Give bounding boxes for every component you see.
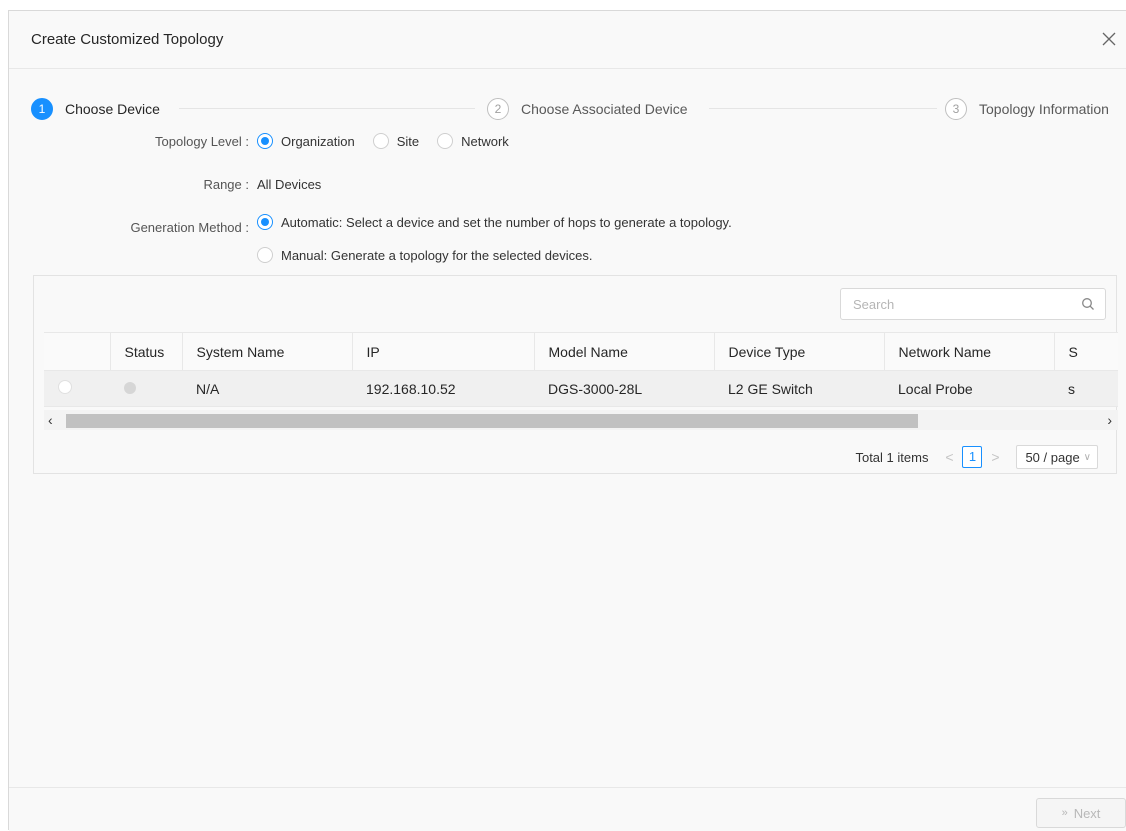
search-icon[interactable] — [1081, 297, 1095, 311]
column-model-name[interactable]: Model Name — [534, 332, 715, 371]
scroll-right-icon[interactable]: › — [1107, 411, 1112, 429]
row-status-cell — [110, 370, 182, 407]
search-input[interactable]: Search — [840, 288, 1106, 320]
page-size-select[interactable]: 50 / page ∨ — [1016, 445, 1098, 469]
page-size-value: 50 / page — [1025, 449, 1080, 465]
radio-network[interactable]: Network — [437, 133, 509, 149]
radio-organization[interactable]: Organization — [257, 133, 355, 149]
fast-forward-icon: » — [1061, 807, 1068, 819]
chevron-down-icon: ∨ — [1083, 451, 1091, 463]
radio-label: Network — [461, 133, 509, 149]
scroll-left-icon[interactable]: ‹ — [48, 411, 53, 429]
topology-level-label: Topology Level : — [155, 134, 249, 149]
step-divider — [709, 108, 937, 109]
row-radio-icon[interactable] — [58, 380, 72, 394]
column-network-name[interactable]: Network Name — [884, 332, 1055, 371]
total-items: Total 1 items — [855, 449, 929, 465]
dialog-header: Create Customized Topology — [9, 11, 1126, 69]
next-button[interactable]: » Next — [1036, 798, 1126, 828]
scrollbar-thumb[interactable] — [66, 414, 918, 428]
cell-system-name: N/A — [182, 370, 352, 407]
column-select — [44, 332, 111, 371]
pagination: Total 1 items < 1 > 50 / page ∨ — [855, 444, 1098, 470]
radio-label: Site — [396, 133, 420, 149]
status-dot-icon — [124, 381, 136, 394]
cell-model-name: DGS-3000-28L — [534, 370, 714, 407]
step-number: 2 — [487, 98, 509, 120]
radio-site[interactable]: Site — [372, 133, 420, 149]
table-row[interactable]: N/A 192.168.10.52 DGS-3000-28L L2 GE Swi… — [44, 370, 1118, 407]
wizard-steps: 1 Choose Device 2 Choose Associated Devi… — [9, 91, 1126, 125]
radio-manual[interactable]: Manual: Generate a topology for the sele… — [257, 247, 592, 263]
radio-unchecked-icon — [372, 133, 389, 149]
column-extra[interactable]: S — [1054, 332, 1118, 371]
row-select-cell[interactable] — [44, 370, 110, 407]
step-label: Choose Associated Device — [521, 101, 688, 117]
radio-unchecked-icon — [437, 133, 454, 149]
column-device-type[interactable]: Device Type — [714, 332, 885, 371]
prev-page-button[interactable]: < — [938, 449, 960, 465]
column-system-name[interactable]: System Name — [182, 332, 353, 371]
table-header-row: Status System Name IP Model Name Device … — [44, 332, 1118, 371]
radio-checked-icon — [257, 133, 273, 149]
step-choose-device: 1 Choose Device — [31, 98, 160, 120]
range-value: All Devices — [257, 177, 322, 192]
radio-checked-icon — [257, 214, 273, 230]
column-status[interactable]: Status — [110, 332, 183, 371]
cell-network-name: Local Probe — [884, 370, 1054, 407]
topology-level-options: Organization Site Network — [257, 133, 527, 149]
range-label: Range : — [203, 177, 249, 192]
step-divider — [179, 108, 475, 109]
generation-method-label: Generation Method : — [130, 220, 249, 235]
column-ip[interactable]: IP — [352, 332, 535, 371]
step-number: 3 — [945, 98, 967, 120]
close-icon[interactable] — [1100, 30, 1118, 48]
radio-unchecked-icon — [257, 247, 273, 263]
next-button-label: Next — [1073, 805, 1101, 821]
step-label: Choose Device — [65, 101, 160, 117]
search-placeholder: Search — [853, 297, 895, 312]
step-choose-associated-device: 2 Choose Associated Device — [487, 98, 688, 120]
device-table-panel: Search Status System Name IP Model Name … — [33, 275, 1118, 474]
horizontal-scrollbar[interactable]: ‹ › — [44, 410, 1118, 430]
page-number-button[interactable]: 1 — [962, 446, 983, 468]
step-topology-information: 3 Topology Information — [945, 98, 1109, 120]
cell-ip: 192.168.10.52 — [352, 370, 534, 407]
radio-label: Automatic: Select a device and set the n… — [281, 214, 732, 230]
cell-device-type: L2 GE Switch — [714, 370, 884, 407]
radio-automatic[interactable]: Automatic: Select a device and set the n… — [257, 214, 732, 230]
step-number: 1 — [31, 98, 53, 120]
cell-extra: s — [1054, 370, 1118, 407]
create-topology-dialog: Create Customized Topology 1 Choose Devi… — [8, 10, 1126, 831]
next-page-button[interactable]: > — [984, 449, 1006, 465]
radio-label: Organization — [281, 133, 355, 149]
step-label: Topology Information — [979, 101, 1109, 117]
dialog-title: Create Customized Topology — [31, 31, 224, 48]
dialog-footer: » Next — [9, 787, 1126, 831]
radio-label: Manual: Generate a topology for the sele… — [281, 247, 593, 263]
